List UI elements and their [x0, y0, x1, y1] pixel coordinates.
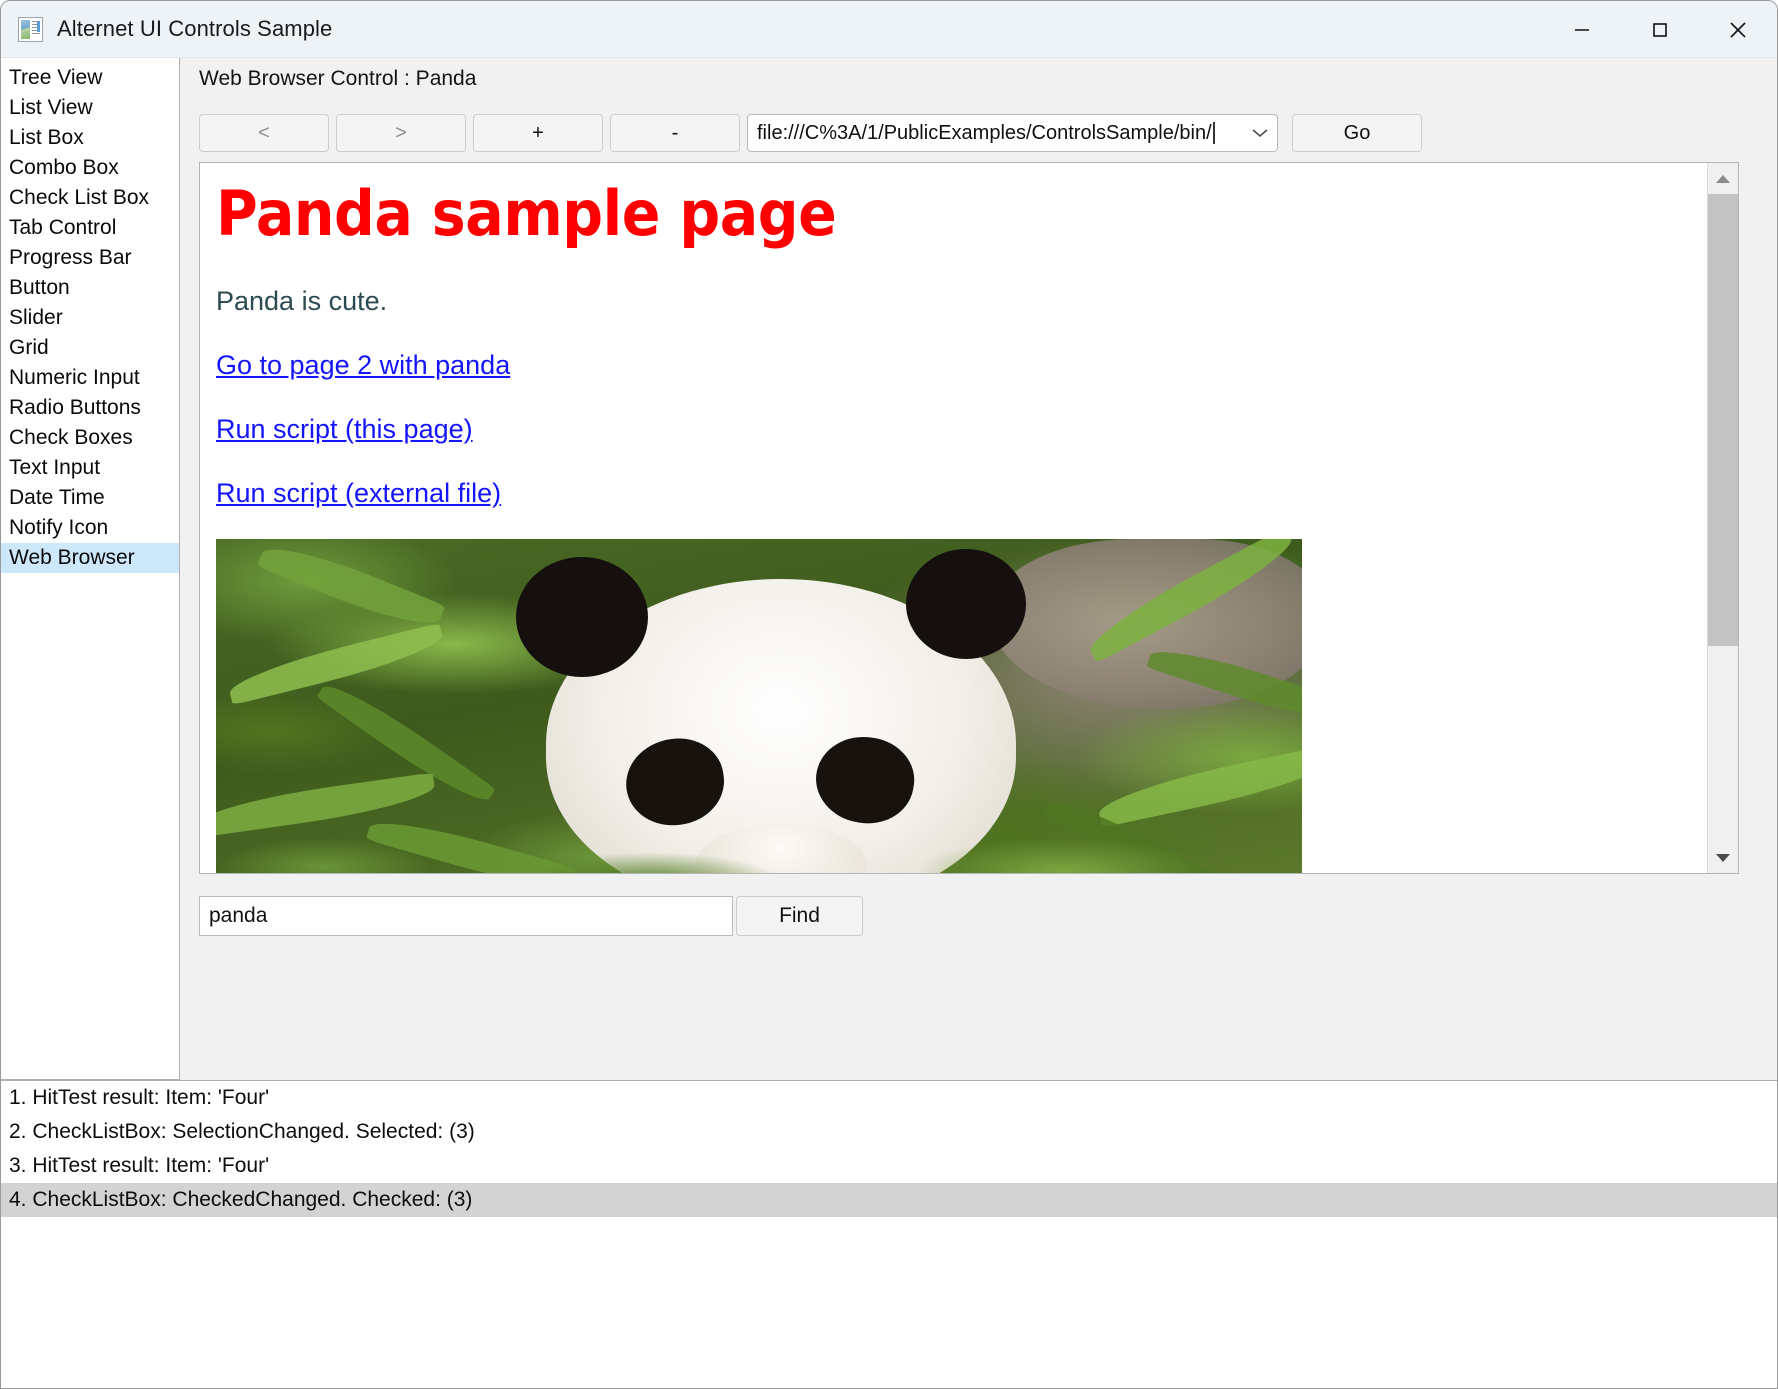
chevron-down-icon[interactable] — [1251, 115, 1269, 151]
title-bar: Alternet UI Controls Sample — [1, 1, 1777, 58]
forward-button[interactable]: > — [336, 114, 466, 152]
sidebar-item-tab-control[interactable]: Tab Control — [1, 213, 179, 243]
scrollbar-track[interactable] — [1708, 194, 1738, 842]
link-run-script-external[interactable]: Run script (external file) — [216, 478, 1707, 509]
browser-toolbar: < > + - file:///C%3A/1/PublicExamples/Co… — [199, 114, 1422, 152]
zoom-in-button[interactable]: + — [473, 114, 603, 152]
sidebar-item-list-box[interactable]: List Box — [1, 123, 179, 153]
web-page-content: Panda sample page Panda is cute. Go to p… — [200, 163, 1707, 873]
sidebar-item-slider[interactable]: Slider — [1, 303, 179, 333]
app-window: Alternet UI Controls Sample Tree View Li… — [0, 0, 1778, 1389]
link-run-script-this-page[interactable]: Run script (this page) — [216, 414, 1707, 445]
sidebar-item-list-view[interactable]: List View — [1, 93, 179, 123]
sidebar-item-tree-view[interactable]: Tree View — [1, 63, 179, 93]
log-row[interactable]: 2. CheckListBox: SelectionChanged. Selec… — [1, 1115, 1777, 1149]
event-log-list[interactable]: 1. HitTest result: Item: 'Four' 2. Check… — [1, 1080, 1777, 1388]
zoom-out-button[interactable]: - — [610, 114, 740, 152]
sidebar-item-check-list-box[interactable]: Check List Box — [1, 183, 179, 213]
sidebar-item-date-time[interactable]: Date Time — [1, 483, 179, 513]
url-combobox[interactable]: file:///C%3A/1/PublicExamples/ControlsSa… — [747, 114, 1278, 152]
page-title: Web Browser Control : Panda — [199, 67, 477, 90]
sidebar-item-check-boxes[interactable]: Check Boxes — [1, 423, 179, 453]
panda-photo — [216, 539, 1302, 873]
url-input[interactable]: file:///C%3A/1/PublicExamples/ControlsSa… — [748, 122, 1212, 145]
back-button[interactable]: < — [199, 114, 329, 152]
sidebar-item-notify-icon[interactable]: Notify Icon — [1, 513, 179, 543]
main-body: Tree View List View List Box Combo Box C… — [1, 58, 1777, 1080]
scrollbar-thumb[interactable] — [1708, 194, 1738, 646]
sidebar-item-numeric-input[interactable]: Numeric Input — [1, 363, 179, 393]
close-button[interactable] — [1699, 1, 1777, 58]
minimize-button[interactable] — [1543, 1, 1621, 58]
find-input[interactable]: panda — [199, 896, 733, 936]
triangle-down-icon[interactable] — [1708, 842, 1738, 873]
page-paragraph: Panda is cute. — [216, 286, 388, 317]
link-go-to-page-2[interactable]: Go to page 2 with panda — [216, 350, 1707, 381]
sidebar-item-combo-box[interactable]: Combo Box — [1, 153, 179, 183]
sidebar-item-progress-bar[interactable]: Progress Bar — [1, 243, 179, 273]
web-browser-view: Panda sample page Panda is cute. Go to p… — [199, 162, 1739, 874]
window-controls — [1543, 1, 1777, 58]
go-button[interactable]: Go — [1292, 114, 1422, 152]
find-bar: panda Find — [199, 896, 863, 936]
log-row[interactable]: 4. CheckListBox: CheckedChanged. Checked… — [1, 1183, 1777, 1217]
find-button[interactable]: Find — [736, 896, 863, 936]
log-row[interactable]: 1. HitTest result: Item: 'Four' — [1, 1081, 1777, 1115]
vertical-scrollbar[interactable] — [1707, 163, 1738, 873]
content-pane: Web Browser Control : Panda < > + - file… — [180, 58, 1777, 1080]
triangle-up-icon[interactable] — [1708, 163, 1738, 194]
page-heading: Panda sample page — [216, 177, 837, 250]
sidebar-item-text-input[interactable]: Text Input — [1, 453, 179, 483]
sidebar-item-button[interactable]: Button — [1, 273, 179, 303]
sidebar-item-grid[interactable]: Grid — [1, 333, 179, 363]
maximize-button[interactable] — [1621, 1, 1699, 58]
sidebar-item-radio-buttons[interactable]: Radio Buttons — [1, 393, 179, 423]
window-title: Alternet UI Controls Sample — [57, 16, 333, 41]
sidebar-list[interactable]: Tree View List View List Box Combo Box C… — [1, 58, 180, 1080]
text-caret — [1212, 122, 1215, 144]
sidebar-item-web-browser[interactable]: Web Browser — [1, 543, 179, 573]
log-row[interactable]: 3. HitTest result: Item: 'Four' — [1, 1149, 1777, 1183]
app-window-icon — [18, 16, 43, 42]
